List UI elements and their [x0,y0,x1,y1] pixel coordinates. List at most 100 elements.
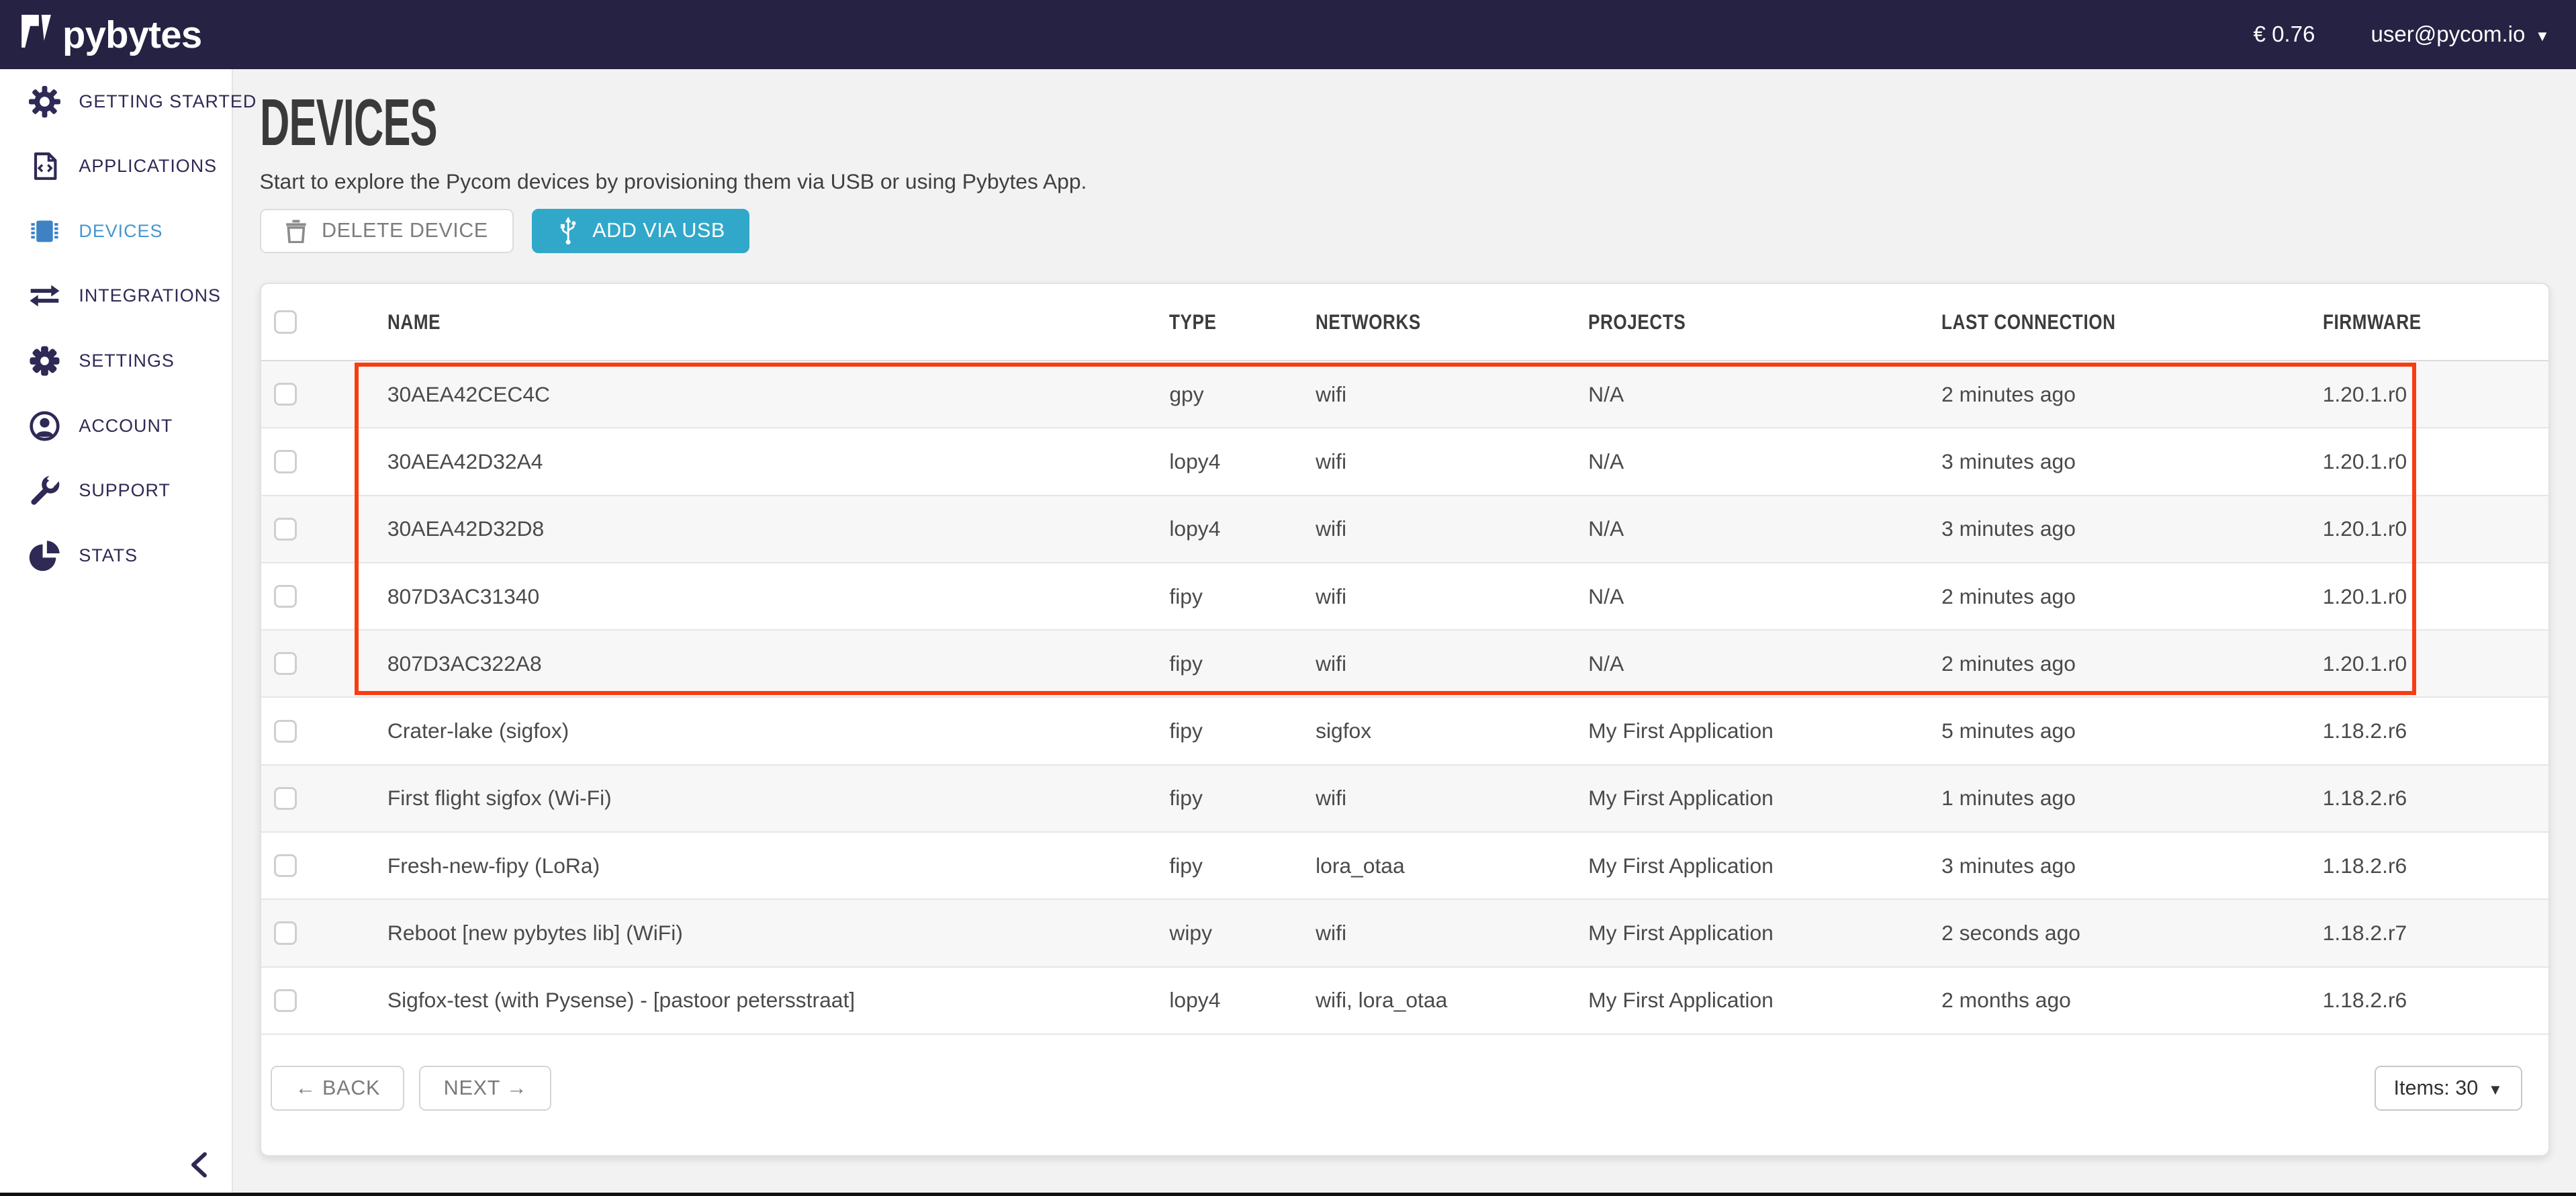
pybytes-logo[interactable]: pybytes [21,13,202,56]
device-name: 807D3AC322A8 [387,651,1169,676]
select-all-checkbox[interactable] [274,310,297,333]
table-body: 30AEA42CEC4C gpy wifi N/A 2 minutes ago … [261,361,2548,1035]
table-row[interactable]: 30AEA42D32D8 lopy4 wifi N/A 3 minutes ag… [261,496,2548,563]
sidebar-item-getting-started[interactable]: GETTING STARTED [0,69,232,134]
page-subtitle: Start to explore the Pycom devices by pr… [260,169,2550,194]
row-checkbox[interactable] [274,989,297,1012]
sidebar-item-label: GETTING STARTED [79,91,257,112]
column-header-projects: PROJECTS [1588,310,1941,334]
device-firmware: 1.20.1.r0 [2323,449,2548,474]
table-row[interactable]: 807D3AC31340 fipy wifi N/A 2 minutes ago… [261,563,2548,631]
pie-chart-icon [28,539,61,572]
swap-arrows-icon [28,279,61,312]
device-projects: N/A [1588,382,1941,407]
sidebar-item-label: SETTINGS [79,351,174,371]
device-name: Sigfox-test (with Pysense) - [pastoor pe… [387,988,1169,1013]
table-header-row: NAME TYPE NETWORKS PROJECTS LAST CONNECT… [261,284,2548,361]
row-checkbox[interactable] [274,450,297,473]
sidebar-item-integrations[interactable]: INTEGRATIONS [0,264,232,329]
chevron-left-icon [190,1152,208,1178]
device-last-connection: 3 minutes ago [1941,854,2323,878]
device-projects: N/A [1588,651,1941,676]
device-name: Reboot [new pybytes lib] (WiFi) [387,921,1169,946]
sidebar-item-account[interactable]: ACCOUNT [0,394,232,459]
device-networks: wifi [1316,382,1588,407]
items-per-page-dropdown[interactable]: Items: 30 ▼ [2375,1066,2522,1110]
row-checkbox[interactable] [274,921,297,944]
chevron-down-icon: ▼ [2535,28,2550,45]
device-networks: wifi [1316,449,1588,474]
device-last-connection: 2 minutes ago [1941,382,2323,407]
add-via-usb-button[interactable]: ADD VIA USB [532,209,749,253]
device-firmware: 1.20.1.r0 [2323,651,2548,676]
device-last-connection: 3 minutes ago [1941,516,2323,541]
device-last-connection: 5 minutes ago [1941,719,2323,743]
row-checkbox[interactable] [274,854,297,877]
table-row[interactable]: Sigfox-test (with Pysense) - [pastoor pe… [261,968,2548,1035]
device-name: 30AEA42CEC4C [387,382,1169,407]
device-networks: sigfox [1316,719,1588,743]
sidebar-item-support[interactable]: SUPPORT [0,458,232,523]
page-title: DEVICES [260,92,2550,158]
device-networks: wifi [1316,786,1588,811]
device-type: gpy [1169,382,1316,407]
device-projects: N/A [1588,584,1941,609]
main-content: DEVICES Start to explore the Pycom devic… [233,69,2576,1193]
device-firmware: 1.20.1.r0 [2323,516,2548,541]
usb-icon [557,216,580,246]
sidebar-item-devices[interactable]: DEVICES [0,199,232,264]
device-projects: My First Application [1588,921,1941,946]
sidebar-collapse-button[interactable] [184,1150,214,1179]
device-name: 807D3AC31340 [387,584,1169,609]
column-header-name: NAME [387,310,1169,334]
back-button[interactable]: ← BACK [271,1066,404,1110]
row-checkbox[interactable] [274,652,297,675]
row-checkbox[interactable] [274,383,297,406]
device-networks: wifi [1316,516,1588,541]
row-checkbox[interactable] [274,787,297,810]
logo-text: pybytes [62,13,201,56]
device-name: 30AEA42D32A4 [387,449,1169,474]
device-firmware: 1.20.1.r0 [2323,584,2548,609]
table-row[interactable]: First flight sigfox (Wi-Fi) fipy wifi My… [261,766,2548,833]
sidebar: GETTING STARTED APPLICATIONS [0,69,233,1193]
table-row[interactable]: 30AEA42CEC4C gpy wifi N/A 2 minutes ago … [261,361,2548,428]
device-firmware: 1.20.1.r0 [2323,382,2548,407]
device-name: Crater-lake (sigfox) [387,719,1169,743]
sidebar-item-settings[interactable]: SETTINGS [0,328,232,394]
column-header-last-connection: LAST CONNECTION [1941,310,2323,334]
device-last-connection: 2 minutes ago [1941,584,2323,609]
device-type: fipy [1169,786,1316,811]
devices-table-card: NAME TYPE NETWORKS PROJECTS LAST CONNECT… [260,283,2550,1156]
device-firmware: 1.18.2.r6 [2323,719,2548,743]
device-projects: My First Application [1588,786,1941,811]
delete-device-button[interactable]: DELETE DEVICE [260,209,514,253]
pagination: ← BACK NEXT → Items: 30 ▼ [261,1035,2548,1155]
table-row[interactable]: Fresh-new-fipy (LoRa) fipy lora_otaa My … [261,833,2548,900]
table-row[interactable]: Crater-lake (sigfox) fipy sigfox My Firs… [261,698,2548,765]
topbar: pybytes € 0.76 user@pycom.io ▼ [0,0,2576,69]
device-networks: wifi, lora_otaa [1316,988,1588,1013]
device-name: First flight sigfox (Wi-Fi) [387,786,1169,811]
table-row[interactable]: Reboot [new pybytes lib] (WiFi) wipy wif… [261,900,2548,967]
sidebar-item-stats[interactable]: STATS [0,523,232,588]
row-checkbox[interactable] [274,518,297,541]
user-menu[interactable]: user@pycom.io ▼ [2371,21,2550,47]
chip-icon [28,215,61,248]
next-button[interactable]: NEXT → [419,1066,551,1110]
toolbar: DELETE DEVICE ADD VIA USB [260,209,2550,253]
row-checkbox[interactable] [274,720,297,743]
table-row[interactable]: 807D3AC322A8 fipy wifi N/A 2 minutes ago… [261,631,2548,698]
device-firmware: 1.18.2.r6 [2323,988,2548,1013]
account-balance[interactable]: € 0.76 [2254,21,2315,47]
code-file-icon [28,150,61,183]
device-type: fipy [1169,651,1316,676]
row-checkbox[interactable] [274,585,297,608]
device-networks: wifi [1316,921,1588,946]
table-row[interactable]: 30AEA42D32A4 lopy4 wifi N/A 3 minutes ag… [261,428,2548,496]
device-last-connection: 2 seconds ago [1941,921,2323,946]
sidebar-item-label: DEVICES [79,221,163,242]
device-firmware: 1.18.2.r6 [2323,786,2548,811]
sidebar-item-applications[interactable]: APPLICATIONS [0,134,232,199]
device-projects: N/A [1588,449,1941,474]
